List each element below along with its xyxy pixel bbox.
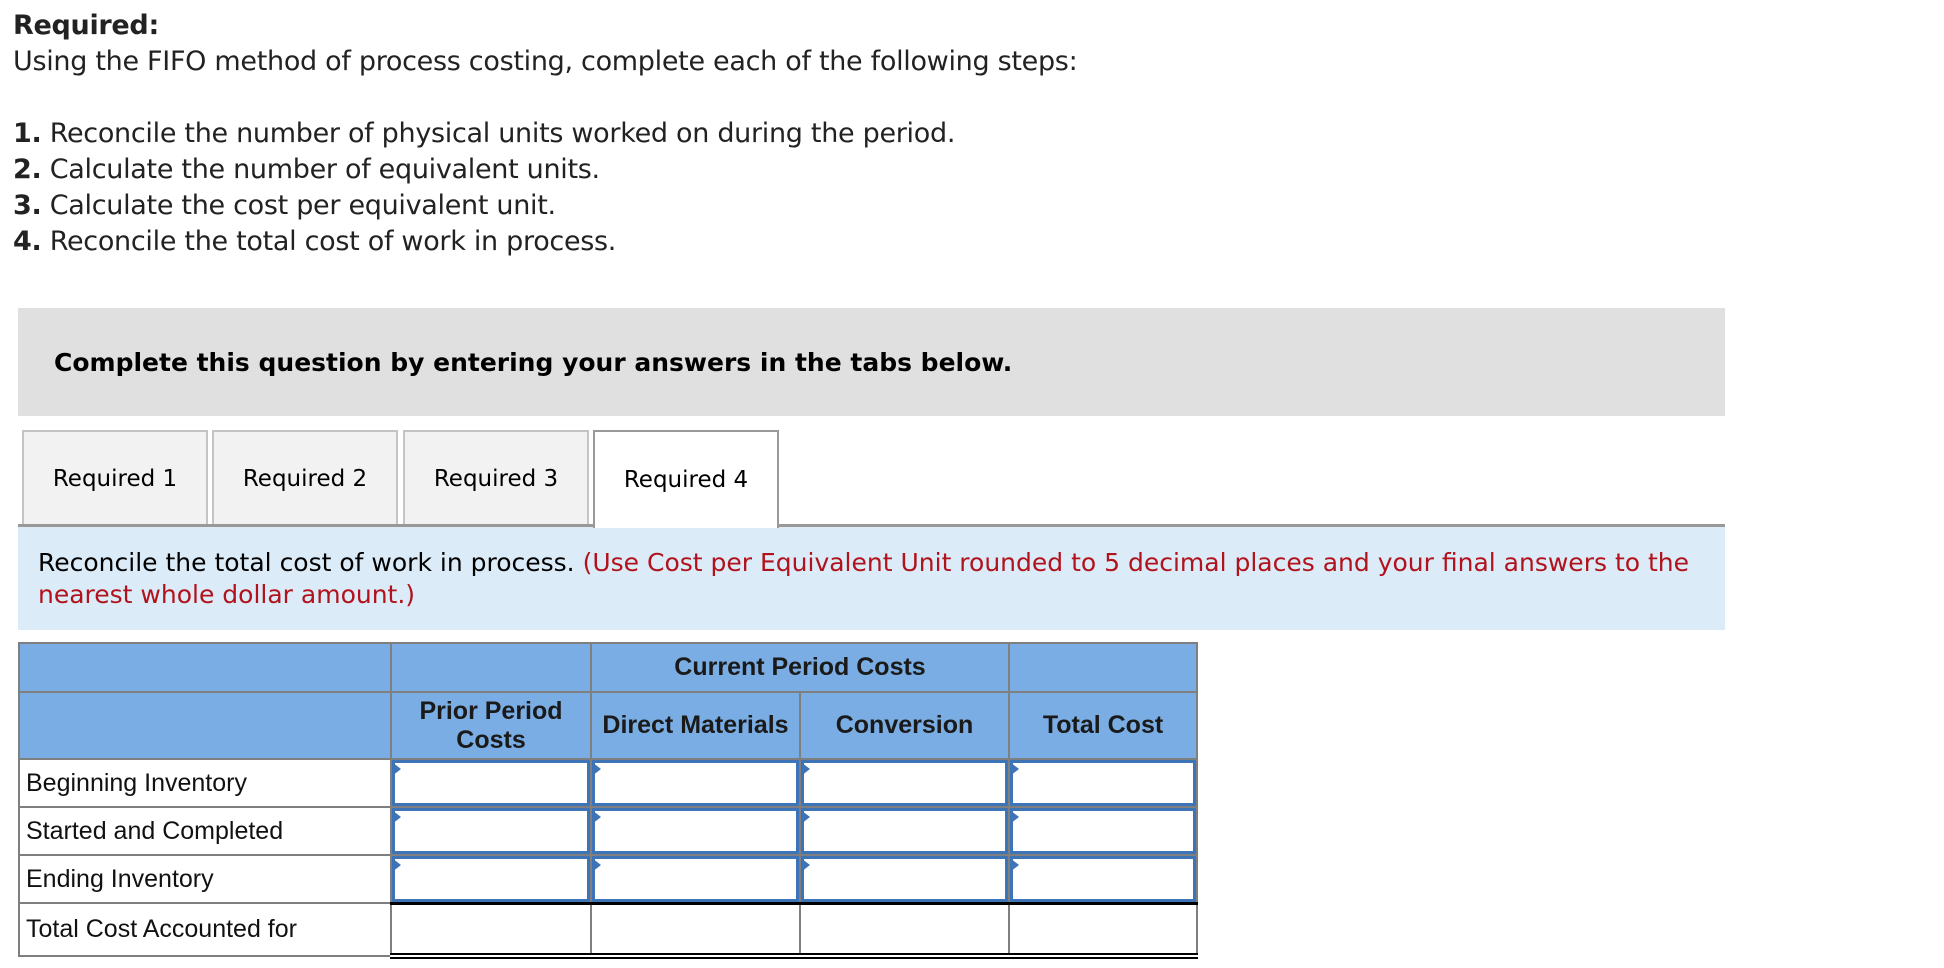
beginning-inventory-prior-period-input[interactable] (395, 763, 587, 803)
ending-inventory-total-cost-input[interactable] (1013, 859, 1193, 899)
step-item: 3. Calculate the cost per equivalent uni… (13, 188, 1077, 224)
input-flag-icon (592, 858, 601, 872)
instruction-banner: Complete this question by entering your … (18, 308, 1725, 416)
beginning-inventory-direct-materials-input[interactable] (595, 763, 796, 803)
beginning-inventory-total-cost-input[interactable] (1013, 763, 1193, 803)
header-blank (18, 691, 392, 760)
input-flag-icon (801, 762, 810, 776)
table-row-started-and-completed: Started and Completed (18, 806, 1198, 856)
table-row-total-cost-accounted-for: Total Cost Accounted for (18, 901, 1198, 959)
input-cell (799, 806, 1010, 856)
table-row-beginning-inventory: Beginning Inventory (18, 758, 1198, 808)
input-cell (1008, 758, 1198, 808)
input-cell (590, 758, 801, 808)
total-direct-materials-value (590, 901, 801, 959)
input-cell (390, 854, 592, 904)
header-direct-materials: Direct Materials (590, 691, 801, 760)
started-completed-direct-materials-input[interactable] (595, 811, 796, 851)
input-flag-icon (592, 762, 601, 776)
input-flag-icon (801, 858, 810, 872)
step-text: Reconcile the total cost of work in proc… (41, 226, 617, 257)
header-row-columns: Prior Period Costs Direct Materials Conv… (18, 691, 1198, 760)
input-cell (1008, 806, 1198, 856)
step-number: 2. (13, 154, 42, 185)
tab-required-2[interactable]: Required 2 (212, 430, 398, 525)
tab-required-4[interactable]: Required 4 (593, 430, 779, 528)
input-flag-icon (1010, 858, 1019, 872)
required-heading: Required: (13, 10, 159, 41)
input-flag-icon (392, 858, 401, 872)
row-label: Ending Inventory (18, 854, 392, 904)
started-completed-total-cost-input[interactable] (1013, 811, 1193, 851)
header-total-cost: Total Cost (1008, 691, 1198, 760)
step-item: 2. Calculate the number of equivalent un… (13, 152, 1077, 188)
prompt-text: Reconcile the total cost of work in proc… (38, 547, 1708, 611)
input-cell (1008, 854, 1198, 904)
input-cell (590, 854, 801, 904)
header-row-group: Current Period Costs (18, 642, 1198, 693)
started-completed-conversion-input[interactable] (804, 811, 1005, 851)
step-text: Reconcile the number of physical units w… (41, 118, 956, 149)
input-cell (390, 758, 592, 808)
step-number: 3. (13, 190, 42, 221)
row-label: Beginning Inventory (18, 758, 392, 808)
input-cell (390, 806, 592, 856)
step-number: 1. (13, 118, 42, 149)
input-cell (799, 854, 1010, 904)
step-item: 4. Reconcile the total cost of work in p… (13, 224, 1077, 260)
input-flag-icon (592, 810, 601, 824)
total-prior-period-value (390, 901, 592, 959)
row-label: Total Cost Accounted for (18, 902, 392, 957)
step-item: 1. Reconcile the number of physical unit… (13, 116, 1077, 152)
row-label: Started and Completed (18, 806, 392, 856)
ending-inventory-conversion-input[interactable] (804, 859, 1005, 899)
prompt-main: Reconcile the total cost of work in proc… (38, 548, 583, 577)
step-number: 4. (13, 226, 42, 257)
table-row-ending-inventory: Ending Inventory (18, 854, 1198, 904)
total-cost-value (1008, 901, 1198, 959)
ending-inventory-prior-period-input[interactable] (395, 859, 587, 899)
step-text: Calculate the number of equivalent units… (41, 154, 600, 185)
instruction-text: Complete this question by entering your … (54, 348, 1013, 377)
header-blank (18, 642, 392, 693)
requirements-section: Required: Using the FIFO method of proce… (13, 8, 1078, 260)
input-cell (799, 758, 1010, 808)
cost-reconciliation-table: Current Period Costs Prior Period Costs … (18, 642, 1198, 959)
started-completed-prior-period-input[interactable] (395, 811, 587, 851)
input-flag-icon (392, 762, 401, 776)
input-flag-icon (801, 810, 810, 824)
input-flag-icon (1010, 810, 1019, 824)
step-text: Calculate the cost per equivalent unit. (41, 190, 556, 221)
ending-inventory-direct-materials-input[interactable] (595, 859, 796, 899)
input-flag-icon (392, 810, 401, 824)
header-prior-period-costs: Prior Period Costs (390, 691, 592, 760)
tab-required-3[interactable]: Required 3 (403, 430, 589, 525)
header-blank (390, 642, 592, 693)
input-flag-icon (1010, 762, 1019, 776)
header-conversion: Conversion (799, 691, 1010, 760)
total-conversion-value (799, 901, 1010, 959)
header-blank (1008, 642, 1198, 693)
steps-list: 1. Reconcile the number of physical unit… (13, 116, 1077, 260)
header-current-period-costs: Current Period Costs (590, 642, 1010, 693)
input-cell (590, 806, 801, 856)
beginning-inventory-conversion-input[interactable] (804, 763, 1005, 803)
tab-required-1[interactable]: Required 1 (22, 430, 208, 525)
required-instruction: Using the FIFO method of process costing… (13, 46, 1078, 77)
question-prompt: Reconcile the total cost of work in proc… (18, 527, 1725, 630)
